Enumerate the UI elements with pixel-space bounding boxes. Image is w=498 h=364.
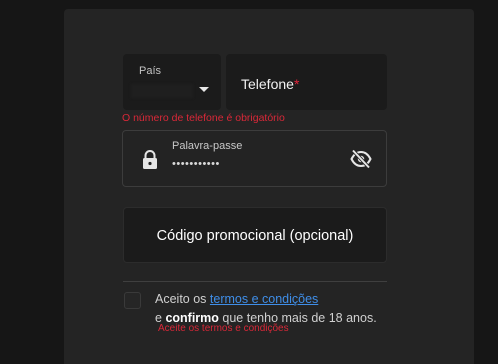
divider — [123, 281, 387, 282]
password-label: Palavra-passe — [172, 140, 243, 152]
password-value: ••••••••••• — [172, 158, 220, 170]
phone-label: Telefone* — [241, 76, 299, 92]
caret-down-icon — [199, 87, 209, 92]
country-select[interactable]: País — [123, 54, 221, 110]
country-value-blurred — [131, 84, 193, 98]
phone-label-text: Telefone — [241, 76, 294, 92]
promo-code-button[interactable]: Código promocional (opcional) — [123, 207, 387, 263]
page: País Telefone* O número de telefone é ob… — [0, 0, 498, 364]
password-field[interactable]: Palavra-passe ••••••••••• — [122, 130, 387, 187]
terms-checkbox[interactable] — [124, 292, 141, 309]
phone-error-message: O número de telefone é obrigatório — [122, 112, 285, 124]
terms-prefix: Aceito os — [155, 292, 207, 306]
required-mark: * — [293, 76, 300, 92]
country-label: País — [139, 65, 162, 77]
lock-icon — [143, 150, 157, 169]
terms-error-message: Aceite os termos e condições — [158, 323, 289, 334]
eye-off-icon[interactable] — [350, 149, 372, 169]
terms-text-line1: Aceito os termos e condições — [155, 292, 318, 306]
phone-input[interactable]: Telefone* — [226, 54, 387, 110]
terms-link[interactable]: termos e condições — [210, 292, 318, 306]
